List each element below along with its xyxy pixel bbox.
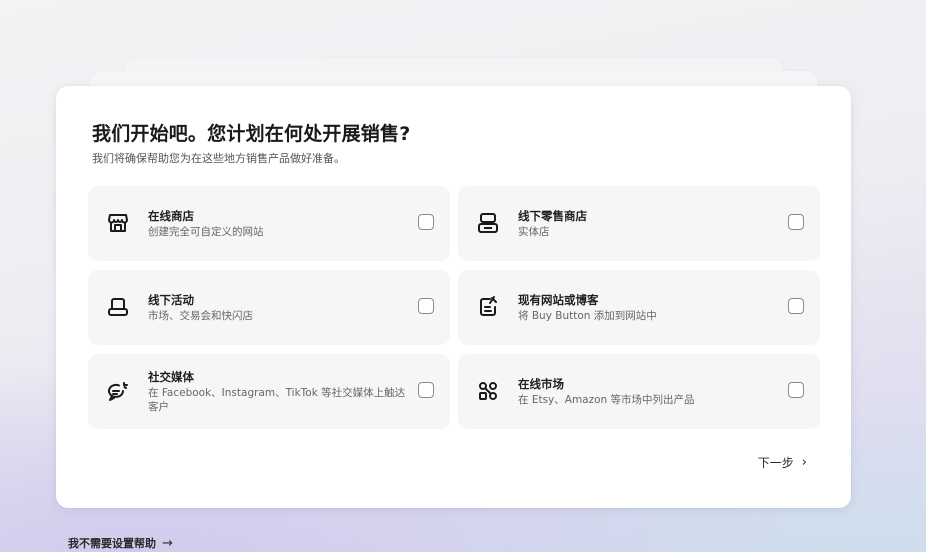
option-events[interactable]: 线下活动 市场、交易会和快闪店 bbox=[88, 270, 450, 345]
option-text: 线下零售商店 实体店 bbox=[518, 209, 780, 239]
storefront-icon bbox=[106, 211, 130, 235]
option-description: 创建完全可自定义的网站 bbox=[148, 225, 264, 238]
edit-document-icon bbox=[476, 295, 500, 319]
option-description: 在 Etsy、Amazon 等市场中列出产品 bbox=[518, 393, 695, 406]
pos-register-icon bbox=[476, 211, 500, 235]
popup-booth-icon bbox=[106, 295, 130, 319]
option-description: 将 Buy Button 添加到网站中 bbox=[518, 309, 657, 322]
option-title: 社交媒体 bbox=[148, 369, 194, 384]
option-checkbox[interactable] bbox=[418, 382, 434, 398]
option-retail-store[interactable]: 线下零售商店 实体店 bbox=[458, 186, 820, 261]
option-title: 线下活动 bbox=[148, 292, 194, 307]
skip-setup-label: 我不需要设置帮助 bbox=[68, 537, 156, 550]
next-button-label: 下一步 bbox=[757, 456, 794, 470]
option-description: 市场、交易会和快闪店 bbox=[148, 309, 253, 322]
option-checkbox[interactable] bbox=[418, 298, 434, 314]
option-checkbox[interactable] bbox=[788, 298, 804, 314]
marketplace-network-icon bbox=[476, 379, 500, 403]
page-title: 我们开始吧。您计划在何处开展销售? bbox=[92, 123, 411, 145]
skip-setup-link[interactable]: 我不需要设置帮助 → bbox=[68, 535, 173, 551]
option-marketplaces[interactable]: 在线市场 在 Etsy、Amazon 等市场中列出产品 bbox=[458, 354, 820, 429]
option-text: 在线商店 创建完全可自定义的网站 bbox=[148, 209, 410, 239]
option-text: 在线市场 在 Etsy、Amazon 等市场中列出产品 bbox=[518, 377, 780, 407]
option-online-store[interactable]: 在线商店 创建完全可自定义的网站 bbox=[88, 186, 450, 261]
option-title: 现有网站或博客 bbox=[518, 292, 599, 307]
next-button[interactable]: 下一步 › bbox=[758, 454, 807, 471]
option-description: 实体店 bbox=[518, 225, 550, 238]
chevron-right-icon: › bbox=[801, 455, 807, 470]
arrow-right-icon: → bbox=[162, 535, 173, 551]
option-text: 社交媒体 在 Facebook、Instagram、TikTok 等社交媒体上触… bbox=[148, 370, 410, 414]
option-title: 在线市场 bbox=[518, 376, 564, 391]
onboarding-card: 我们开始吧。您计划在何处开展销售? 我们将确保帮助您为在这些地方销售产品做好准备… bbox=[56, 86, 851, 508]
option-existing-website[interactable]: 现有网站或博客 将 Buy Button 添加到网站中 bbox=[458, 270, 820, 345]
option-checkbox[interactable] bbox=[788, 382, 804, 398]
chat-bubble-icon bbox=[106, 379, 130, 403]
option-title: 在线商店 bbox=[148, 208, 194, 223]
option-title: 线下零售商店 bbox=[518, 208, 587, 223]
page-subtitle: 我们将确保帮助您为在这些地方销售产品做好准备。 bbox=[92, 152, 345, 165]
option-text: 现有网站或博客 将 Buy Button 添加到网站中 bbox=[518, 293, 780, 323]
option-text: 线下活动 市场、交易会和快闪店 bbox=[148, 293, 410, 323]
option-social-media[interactable]: 社交媒体 在 Facebook、Instagram、TikTok 等社交媒体上触… bbox=[88, 354, 450, 429]
option-checkbox[interactable] bbox=[788, 214, 804, 230]
option-description: 在 Facebook、Instagram、TikTok 等社交媒体上触达客户 bbox=[148, 386, 406, 413]
option-checkbox[interactable] bbox=[418, 214, 434, 230]
